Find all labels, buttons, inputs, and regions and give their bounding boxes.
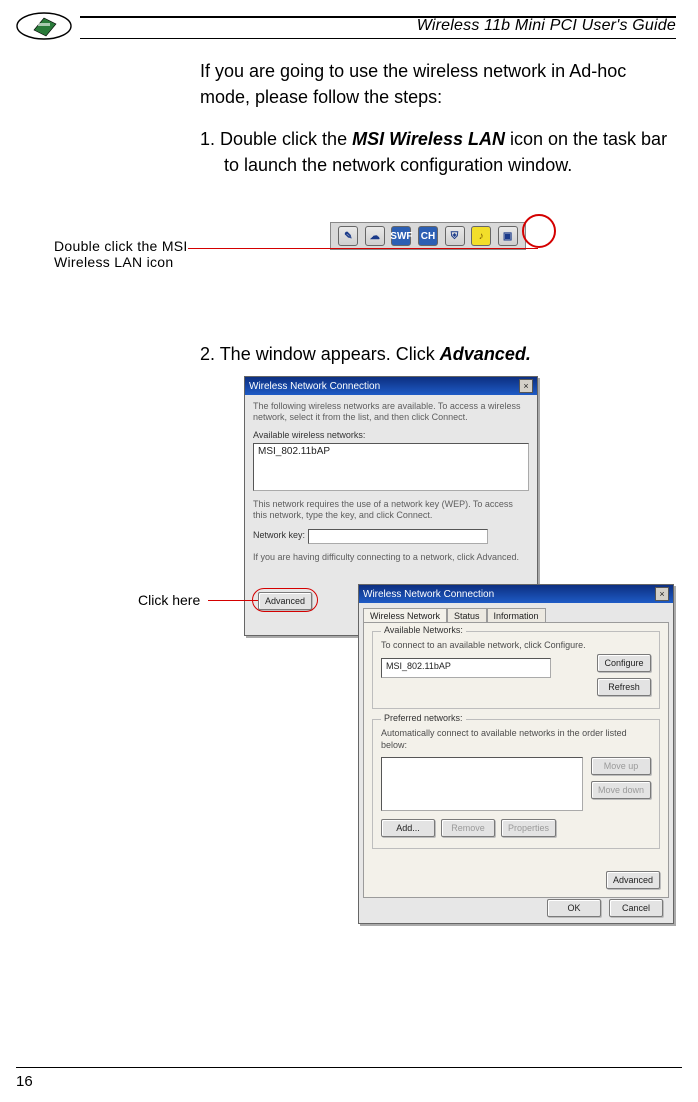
dialog1-title: Wireless Network Connection bbox=[249, 381, 380, 392]
network-key-input[interactable] bbox=[308, 529, 488, 544]
move-up-button[interactable]: Move up bbox=[591, 757, 651, 775]
dialog2-titlebar[interactable]: Wireless Network Connection × bbox=[359, 585, 673, 603]
step-2: 2. The window appears. Click Advanced. bbox=[200, 344, 676, 365]
remove-button[interactable]: Remove bbox=[441, 819, 495, 837]
properties-button[interactable]: Properties bbox=[501, 819, 556, 837]
callout-line-2 bbox=[208, 600, 258, 601]
tab-information[interactable]: Information bbox=[487, 608, 546, 623]
difficulty-text: If you are having difficulty connecting … bbox=[253, 552, 529, 563]
wep-text: This network requires the use of a netwo… bbox=[253, 499, 529, 522]
tab-panel: Available Networks: To connect to an ava… bbox=[363, 622, 669, 898]
header-rule-bottom bbox=[80, 38, 676, 39]
close-icon[interactable]: × bbox=[655, 587, 669, 601]
ok-button[interactable]: OK bbox=[547, 899, 601, 917]
group-available-desc: To connect to an available network, clic… bbox=[381, 640, 651, 652]
cancel-button[interactable]: Cancel bbox=[609, 899, 663, 917]
step1-bold: MSI Wireless LAN bbox=[352, 129, 505, 149]
step1-pre: 1. Double click the bbox=[200, 129, 352, 149]
page-number: 16 bbox=[16, 1073, 33, 1090]
callout-advanced-text: Click here bbox=[138, 592, 200, 608]
group-preferred-desc: Automatically connect to available netwo… bbox=[381, 728, 651, 751]
header-title: Wireless 11b Mini PCI User's Guide bbox=[417, 17, 676, 35]
advanced-button[interactable]: Advanced bbox=[258, 592, 312, 610]
dialog1-desc: The following wireless networks are avai… bbox=[253, 401, 529, 424]
brand-logo bbox=[16, 12, 72, 40]
note-icon[interactable]: ✎ bbox=[338, 226, 358, 246]
add-button[interactable]: Add... bbox=[381, 819, 435, 837]
group-preferred: Preferred networks: Automatically connec… bbox=[372, 719, 660, 849]
intro-paragraph: If you are going to use the wireless net… bbox=[200, 58, 676, 110]
close-icon[interactable]: × bbox=[519, 379, 533, 393]
swf-icon[interactable]: SWF bbox=[391, 226, 411, 246]
taskbar-tray: ✎ ☁ SWF CH ⛨ ♪ ▣ bbox=[330, 222, 526, 250]
available-item[interactable]: MSI_802.11bAP bbox=[258, 446, 330, 457]
step-1: 1. Double click the MSI Wireless LAN ico… bbox=[200, 126, 676, 178]
tabs: Wireless Network Status Information bbox=[363, 607, 673, 622]
refresh-button[interactable]: Refresh bbox=[597, 678, 651, 696]
step2-bold: Advanced. bbox=[440, 344, 531, 364]
dialog-properties: Wireless Network Connection × Wireless N… bbox=[358, 584, 674, 924]
tab-wireless-network[interactable]: Wireless Network bbox=[363, 608, 447, 623]
available-networks-list[interactable]: MSI_802.11bAP bbox=[253, 443, 529, 491]
key-label-text: Network key: bbox=[253, 530, 305, 540]
callout-line-1 bbox=[188, 248, 538, 249]
available-label: Available wireless networks: bbox=[253, 430, 529, 440]
tab-status[interactable]: Status bbox=[447, 608, 487, 623]
network-key-label: Network key: bbox=[253, 527, 529, 544]
globe-icon[interactable]: ☁ bbox=[365, 226, 385, 246]
group-available: Available Networks: To connect to an ava… bbox=[372, 631, 660, 709]
step2-pre: 2. The window appears. Click bbox=[200, 344, 440, 364]
advanced2-button[interactable]: Advanced bbox=[606, 871, 660, 889]
footer-rule bbox=[16, 1067, 682, 1068]
available-networks-box[interactable]: MSI_802.11bAP bbox=[381, 658, 551, 678]
move-down-button[interactable]: Move down bbox=[591, 781, 651, 799]
dialog2-title: Wireless Network Connection bbox=[363, 589, 494, 600]
group-available-legend: Available Networks: bbox=[381, 625, 466, 635]
ch-icon[interactable]: CH bbox=[418, 226, 438, 246]
taskbar-illustration: ✎ ☁ SWF CH ⛨ ♪ ▣ bbox=[330, 222, 550, 256]
msi-wireless-lan-icon[interactable]: ▣ bbox=[498, 226, 518, 246]
callout-taskbar-text: Double click the MSI Wireless LAN icon bbox=[54, 238, 188, 270]
group-preferred-legend: Preferred networks: bbox=[381, 713, 466, 723]
speaker-icon[interactable]: ♪ bbox=[471, 226, 491, 246]
preferred-networks-box[interactable] bbox=[381, 757, 583, 811]
available-item-2[interactable]: MSI_802.11bAP bbox=[386, 661, 451, 671]
dialog2-footer: OK Cancel bbox=[359, 899, 673, 917]
configure-button[interactable]: Configure bbox=[597, 654, 651, 672]
dialog1-titlebar[interactable]: Wireless Network Connection × bbox=[245, 377, 537, 395]
shield-icon[interactable]: ⛨ bbox=[445, 226, 465, 246]
